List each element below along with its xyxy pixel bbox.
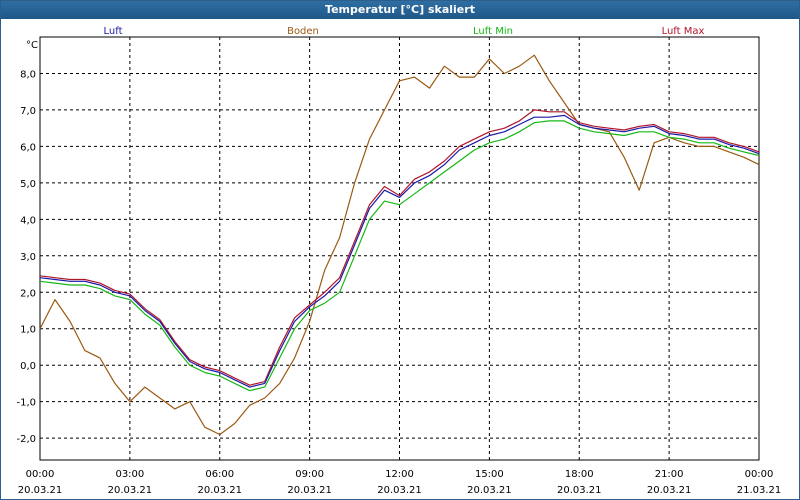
x-tick-time: 12:00: [385, 469, 414, 480]
y-tick-label: 8,0: [20, 69, 36, 80]
y-tick-label: 6,0: [20, 142, 36, 153]
x-tick-time: 18:00: [565, 469, 594, 480]
x-tick-date: 20.03.21: [647, 485, 692, 496]
y-axis-label: °C: [26, 40, 38, 51]
legend-entry: Luft: [104, 26, 123, 37]
y-tick-label: 5,0: [20, 179, 36, 190]
x-tick-date: 20.03.21: [197, 485, 242, 496]
y-tick-label: 2,0: [20, 288, 36, 299]
y-tick-label: 4,0: [20, 215, 36, 226]
x-tick-date: 20.03.21: [108, 485, 153, 496]
x-tick-time: 00:00: [745, 469, 774, 480]
x-tick-date: 20.03.21: [467, 485, 512, 496]
x-tick-time: 06:00: [205, 469, 234, 480]
x-tick-time: 00:00: [26, 469, 55, 480]
legend-entry: Luft Min: [473, 26, 513, 37]
x-tick-time: 09:00: [295, 469, 324, 480]
legend-entry: Boden: [287, 26, 319, 37]
x-tick-date: 20.03.21: [287, 485, 332, 496]
y-tick-label: 3,0: [20, 252, 36, 263]
y-tick-label: 1,0: [20, 325, 36, 336]
legend-entry: Luft Max: [662, 26, 705, 37]
y-tick-label: 0,0: [20, 361, 36, 372]
x-tick-time: 15:00: [475, 469, 504, 480]
x-tick-date: 20.03.21: [377, 485, 422, 496]
x-tick-time: 21:00: [655, 469, 684, 480]
x-tick-date: 20.03.21: [18, 485, 63, 496]
y-tick-label: -2,0: [16, 434, 36, 445]
x-tick-time: 03:00: [115, 469, 144, 480]
y-tick-label: -1,0: [16, 398, 36, 409]
x-tick-date: 20.03.21: [557, 485, 602, 496]
x-tick-date: 21.03.21: [737, 485, 782, 496]
chart-area: -2,0 -1,0 0,0 1,0 2,0 3,0 4,0 5,0 6,0 7,0 8,0 °C 00:…: [16, 26, 782, 496]
y-tick-label: 7,0: [20, 106, 36, 117]
